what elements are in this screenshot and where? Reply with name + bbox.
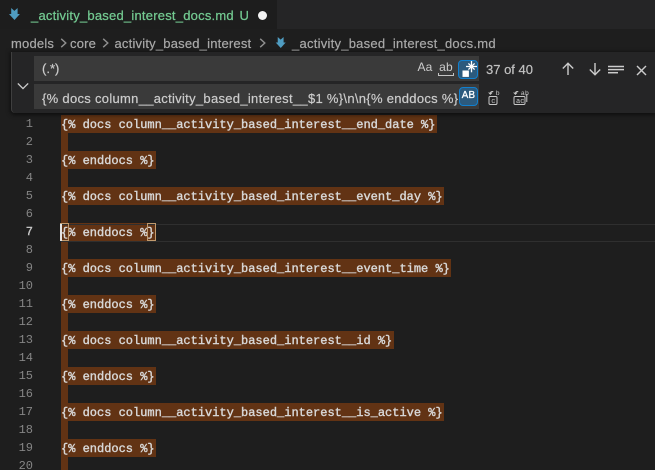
svg-text:ab: ab (521, 90, 529, 98)
svg-text:ac: ac (516, 98, 524, 106)
svg-text:c: c (491, 98, 495, 106)
svg-text:b: b (496, 90, 500, 98)
